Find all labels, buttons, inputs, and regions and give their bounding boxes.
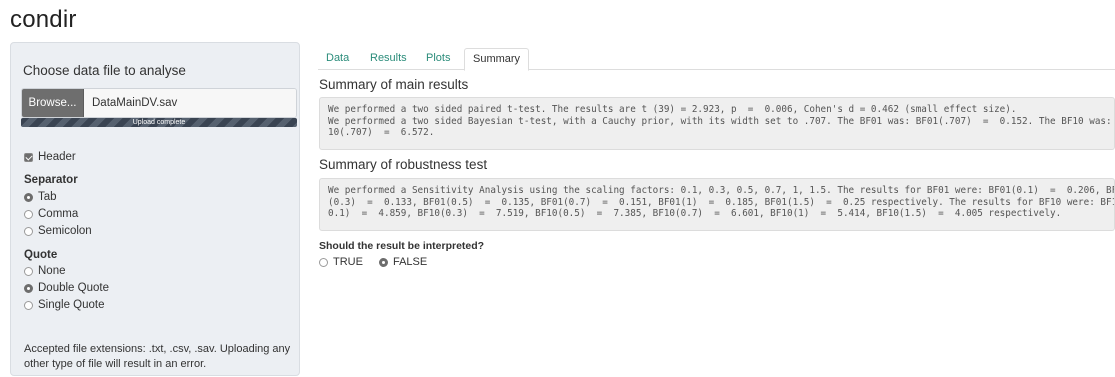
- radio-false-label[interactable]: FALSE: [393, 256, 427, 268]
- header-checkbox-label: Header: [38, 151, 76, 163]
- radio-label: Single Quote: [38, 299, 105, 311]
- file-name-field[interactable]: DataMainDV.sav: [84, 89, 296, 117]
- robustness-output: We performed a Sensitivity Analysis usin…: [319, 178, 1115, 231]
- quote-option-none[interactable]: None: [24, 265, 66, 277]
- interpret-radio-group: TRUE FALSE: [319, 256, 427, 268]
- tab-plots[interactable]: Plots: [418, 48, 458, 70]
- file-input-heading: Choose data file to analyse: [23, 63, 186, 78]
- tab-data[interactable]: Data: [318, 48, 357, 70]
- summary-title: Summary of main results: [319, 77, 469, 92]
- separator-option-comma[interactable]: Comma: [24, 208, 78, 220]
- separator-option-semicolon[interactable]: Semicolon: [24, 225, 92, 237]
- radio-icon[interactable]: [24, 283, 33, 293]
- upload-progress-bar: Upload complete: [21, 118, 297, 127]
- radio-icon[interactable]: [24, 192, 33, 202]
- radio-label: Comma: [38, 208, 79, 220]
- radio-true-label[interactable]: TRUE: [333, 256, 363, 268]
- radio-label: None: [38, 265, 66, 277]
- separator-option-tab[interactable]: Tab: [24, 191, 57, 203]
- radio-label: Double Quote: [38, 282, 109, 294]
- quote-label: Quote: [24, 249, 58, 261]
- radio-icon[interactable]: [24, 266, 33, 276]
- tab-bar: Data Results Plots Summary: [318, 48, 1115, 71]
- app-title: condir: [10, 6, 77, 33]
- radio-label: Tab: [38, 191, 57, 203]
- radio-icon[interactable]: [24, 209, 33, 219]
- quote-option-double[interactable]: Double Quote: [24, 282, 109, 294]
- sidebar-panel: Choose data file to analyse Browse... Da…: [10, 42, 300, 376]
- radio-icon[interactable]: [24, 300, 33, 310]
- tab-results[interactable]: Results: [362, 48, 415, 70]
- file-input[interactable]: Browse... DataMainDV.sav: [21, 88, 297, 118]
- radio-label: Semicolon: [38, 225, 92, 237]
- radio-false-icon[interactable]: [378, 257, 388, 267]
- robustness-title: Summary of robustness test: [319, 157, 488, 172]
- file-extension-note: Accepted file extensions: .txt, .csv, .s…: [24, 343, 291, 370]
- summary-output: We performed a two sided paired t-test. …: [319, 97, 1115, 150]
- upload-status-label: Upload complete: [132, 119, 186, 126]
- browse-button[interactable]: Browse...: [22, 89, 84, 117]
- tab-summary[interactable]: Summary: [464, 48, 530, 71]
- radio-true-icon[interactable]: [319, 257, 328, 267]
- separator-label: Separator: [24, 174, 78, 186]
- interpret-question: Should the result be interpreted?: [319, 240, 485, 252]
- header-checkbox[interactable]: [24, 152, 33, 162]
- quote-option-single[interactable]: Single Quote: [24, 299, 105, 311]
- header-checkbox-row[interactable]: Header: [24, 151, 76, 163]
- radio-icon[interactable]: [24, 226, 33, 236]
